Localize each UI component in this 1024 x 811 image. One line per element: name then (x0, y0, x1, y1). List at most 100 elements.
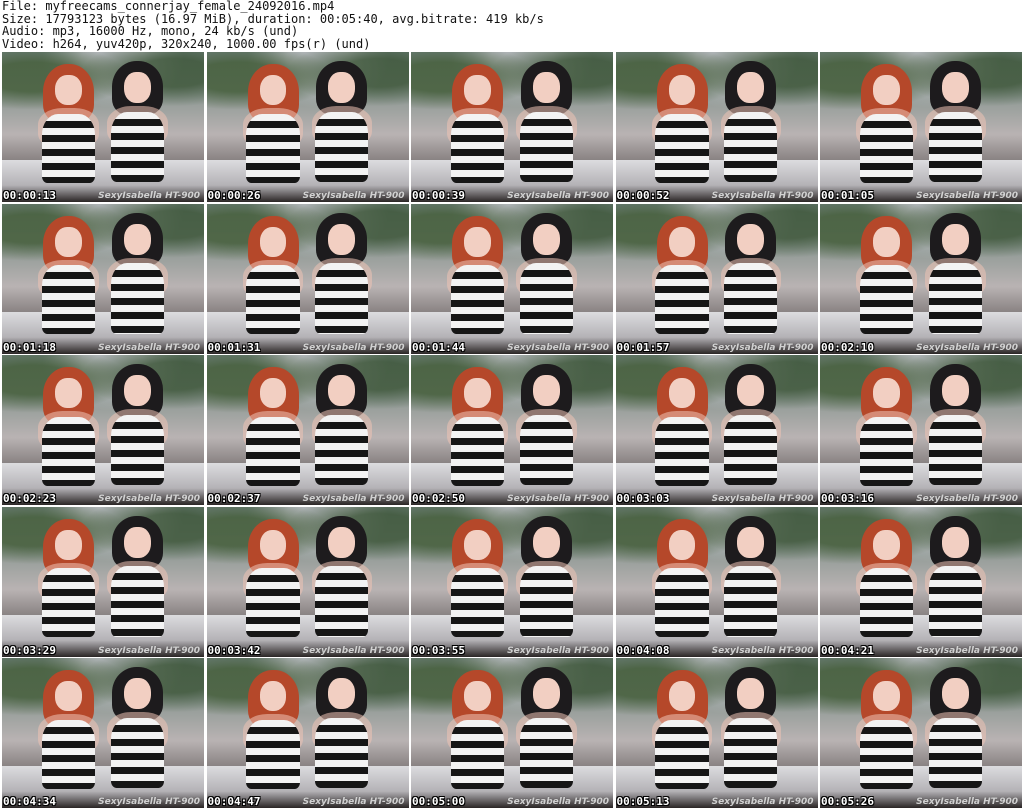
figure-striped-top (655, 265, 709, 335)
video-info-line: Video: h264, yuv420p, 320x240, 1000.00 f… (2, 36, 371, 51)
figure-face (737, 223, 765, 255)
thumbnail-background (2, 355, 204, 438)
thumbnail-timecode: 00:03:29 (3, 643, 56, 657)
figure-striped-top (315, 566, 369, 637)
figure-striped-top (655, 568, 709, 638)
thumbnail-figure (447, 215, 508, 354)
video-thumbnail[interactable]: SexyIsabella HT-900 00:04:08 (615, 506, 818, 657)
figure-face (532, 526, 560, 558)
thumbnail-figure (720, 61, 782, 202)
thumbnail-figure (311, 667, 373, 808)
thumbnail-figure (925, 515, 986, 657)
figure-striped-top (110, 414, 164, 486)
video-thumbnail[interactable]: SexyIsabella HT-900 00:01:18 (2, 203, 204, 354)
figure-face (464, 226, 491, 257)
figure-striped-top (450, 265, 505, 335)
file-info-header: File: myfreecams_connerjay_female_240920… (2, 0, 1022, 50)
video-thumbnail[interactable]: SexyIsabella HT-900 00:01:05 (820, 52, 1022, 202)
video-thumbnail[interactable]: SexyIsabella HT-900 00:03:29 (2, 506, 204, 657)
video-thumbnail[interactable]: SexyIsabella HT-900 00:03:03 (615, 355, 818, 505)
thumbnail-watermark: SexyIsabella HT-900 (916, 645, 1018, 656)
video-thumbnail[interactable]: SexyIsabella HT-900 00:02:10 (820, 203, 1022, 354)
video-thumbnail[interactable]: SexyIsabella HT-900 00:02:23 (2, 355, 204, 505)
figure-striped-top (450, 113, 505, 183)
thumbnail-figure (856, 518, 917, 657)
figure-striped-top (928, 717, 982, 789)
thumbnail-figure (38, 518, 99, 657)
thumbnail-figure (516, 61, 577, 202)
figure-face (55, 378, 82, 409)
thumbnail-figure (516, 515, 577, 657)
thumbnail-timecode: 00:00:52 (616, 189, 670, 202)
figure-striped-top (246, 568, 300, 638)
figure-face (668, 681, 696, 712)
thumbnail-timecode: 00:00:13 (3, 189, 56, 202)
thumbnail-watermark: SexyIsabella HT-900 (507, 191, 609, 201)
thumbnail-background (206, 52, 409, 135)
video-thumbnail[interactable]: SexyIsabella HT-900 00:02:37 (206, 355, 409, 505)
figure-striped-top (450, 568, 505, 638)
video-thumbnail[interactable]: SexyIsabella HT-900 00:05:00 (411, 658, 613, 808)
thumbnail-figure (107, 364, 168, 505)
thumbnail-background (411, 355, 613, 438)
figure-face (941, 375, 969, 407)
video-thumbnail[interactable]: SexyIsabella HT-900 00:02:50 (411, 355, 613, 505)
figure-face (259, 378, 287, 409)
figure-striped-top (41, 568, 96, 638)
figure-face (328, 678, 356, 710)
figure-striped-top (450, 719, 505, 789)
video-thumbnail[interactable]: SexyIsabella HT-900 00:05:26 (820, 658, 1022, 808)
video-thumbnail[interactable]: SexyIsabella HT-900 00:03:16 (820, 355, 1022, 505)
thumbnail-background (820, 658, 1022, 741)
thumbnail-watermark: SexyIsabella HT-900 (507, 494, 609, 504)
thumbnail-timecode: 00:01:44 (412, 340, 465, 354)
thumbnail-background (411, 506, 613, 589)
figure-face (123, 72, 151, 104)
figure-face (55, 529, 82, 560)
video-thumbnail[interactable]: SexyIsabella HT-900 00:00:39 (411, 52, 613, 202)
thumbnail-timecode: 00:02:23 (3, 492, 56, 505)
figure-face (464, 681, 491, 712)
figure-striped-top (655, 719, 709, 789)
figure-face (123, 375, 151, 407)
video-thumbnail[interactable]: SexyIsabella HT-900 00:04:21 (820, 506, 1022, 657)
figure-striped-top (450, 416, 505, 486)
figure-striped-top (519, 566, 573, 637)
figure-face (737, 72, 765, 104)
figure-striped-top (315, 717, 369, 789)
thumbnail-figure (242, 215, 304, 354)
thumbnail-figure (38, 64, 99, 202)
thumbnail-timecode: 00:03:16 (821, 492, 874, 505)
video-thumbnail[interactable]: SexyIsabella HT-900 00:03:55 (411, 506, 613, 657)
thumbnail-figure (516, 212, 577, 354)
thumbnail-timecode: 00:05:26 (821, 795, 874, 808)
figure-face (464, 529, 491, 560)
video-thumbnail[interactable]: SexyIsabella HT-900 00:00:52 (615, 52, 818, 202)
thumbnail-watermark: SexyIsabella HT-900 (711, 645, 814, 656)
video-thumbnail[interactable]: SexyIsabella HT-900 00:01:44 (411, 203, 613, 354)
figure-striped-top (41, 719, 96, 789)
thumbnail-watermark: SexyIsabella HT-900 (916, 191, 1018, 201)
video-thumbnail[interactable]: SexyIsabella HT-900 00:03:42 (206, 506, 409, 657)
video-thumbnail[interactable]: SexyIsabella HT-900 00:04:47 (206, 658, 409, 808)
video-thumbnail[interactable]: SexyIsabella HT-900 00:00:13 (2, 52, 204, 202)
thumbnail-watermark: SexyIsabella HT-900 (302, 645, 405, 656)
video-thumbnail[interactable]: SexyIsabella HT-900 00:05:13 (615, 658, 818, 808)
thumbnail-background (820, 52, 1022, 135)
thumbnail-timecode: 00:04:47 (207, 795, 261, 808)
figure-face (737, 526, 765, 558)
figure-striped-top (246, 113, 300, 183)
thumbnail-watermark: SexyIsabella HT-900 (711, 191, 814, 201)
thumbnail-figure (447, 518, 508, 657)
thumbnail-figure (856, 367, 917, 505)
thumbnail-figure (107, 61, 168, 202)
thumbnail-figure (242, 518, 304, 657)
figure-face (532, 375, 560, 407)
video-thumbnail[interactable]: SexyIsabella HT-900 00:00:26 (206, 52, 409, 202)
thumbnail-figure (242, 367, 304, 505)
video-thumbnail[interactable]: SexyIsabella HT-900 00:01:57 (615, 203, 818, 354)
video-thumbnail[interactable]: SexyIsabella HT-900 00:01:31 (206, 203, 409, 354)
video-thumbnail[interactable]: SexyIsabella HT-900 00:04:34 (2, 658, 204, 808)
figure-face (123, 223, 151, 255)
figure-striped-top (110, 566, 164, 637)
